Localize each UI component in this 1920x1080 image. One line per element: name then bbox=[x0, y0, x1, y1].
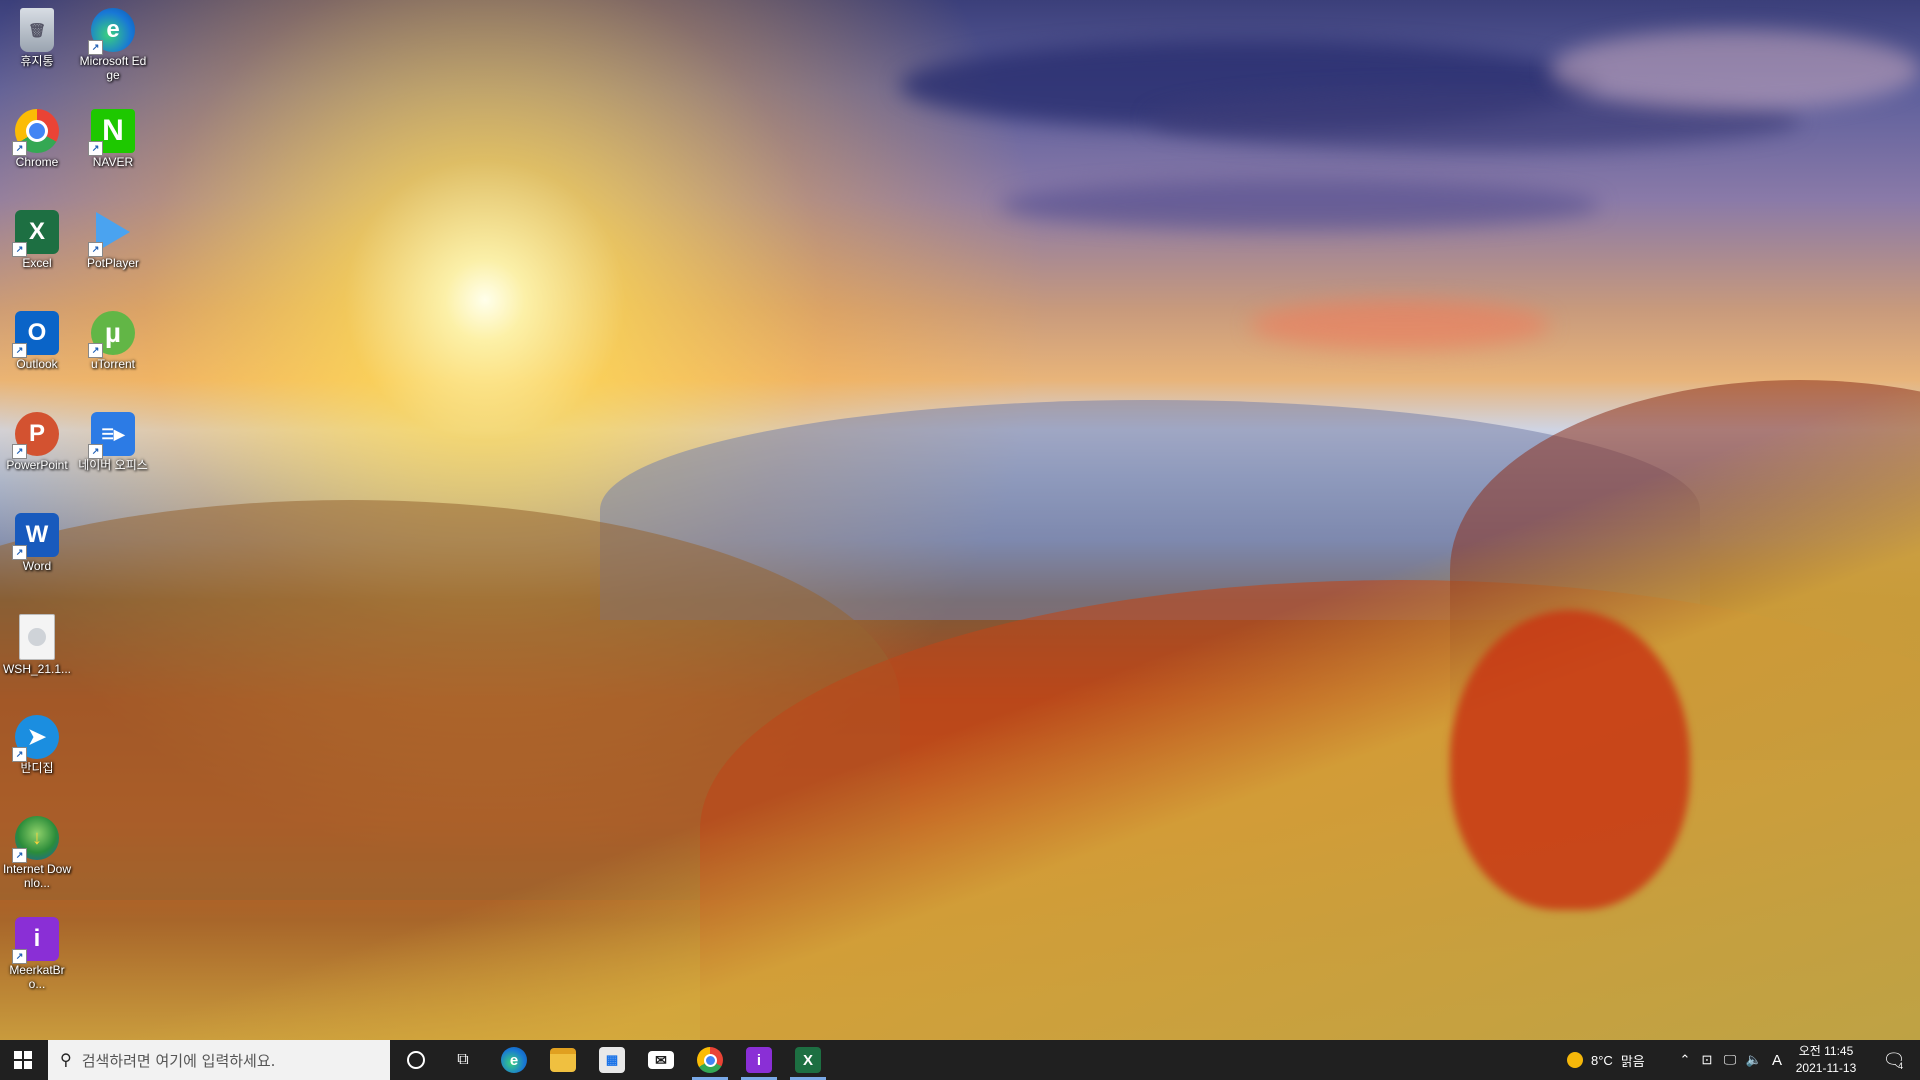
show-hidden-icons-chevron-icon[interactable]: ⌃ bbox=[1674, 1052, 1696, 1068]
taskbar-clock[interactable]: 오전 11:45 2021-11-13 bbox=[1782, 1043, 1870, 1077]
shortcut-arrow-icon: ↗ bbox=[88, 40, 103, 55]
notification-center-button[interactable]: 🗨 4 bbox=[1872, 1040, 1916, 1080]
outlook-icon: O ↗ bbox=[12, 311, 59, 358]
desktop-icon-chrome[interactable]: ↗ Chrome bbox=[1, 103, 73, 195]
shortcut-arrow-icon: ↗ bbox=[12, 242, 27, 257]
recycle-bin-icon: 🗑 bbox=[20, 8, 54, 52]
wallpaper-red-tree bbox=[1450, 610, 1690, 910]
folder-icon bbox=[550, 1048, 576, 1072]
windows-logo-icon bbox=[14, 1051, 32, 1069]
sun-icon bbox=[1567, 1052, 1583, 1068]
desktop-icon-naver-office[interactable]: ☰▶ ↗ 네이버 오피스 bbox=[77, 406, 149, 506]
taskbar-pin-meerkat[interactable]: i bbox=[735, 1040, 783, 1080]
desktop-icon-label: 네이버 오피스 bbox=[78, 458, 148, 472]
cortana-button[interactable] bbox=[393, 1040, 439, 1080]
system-tray: ⌃ ⊡ 🖵 🔈 A bbox=[1674, 1040, 1788, 1080]
shortcut-arrow-icon: ↗ bbox=[12, 343, 27, 358]
shortcut-arrow-icon: ↗ bbox=[12, 747, 27, 762]
taskbar: ⚲ 검색하려면 여기에 입력하세요. ⧉ e ▦ ✉ i X 8°C 맑음 ⌃ … bbox=[0, 1040, 1920, 1080]
network-icon[interactable]: 🖵 bbox=[1718, 1052, 1742, 1068]
meerkat-browser-icon: i bbox=[746, 1047, 772, 1073]
notification-count-badge: 4 bbox=[1898, 1061, 1904, 1071]
powerpoint-icon: P ↗ bbox=[12, 412, 59, 459]
desktop-wallpaper bbox=[0, 0, 1920, 1040]
desktop-icon-label: 반디집 bbox=[20, 761, 54, 775]
desktop-icon-internet-download-manager[interactable]: ↓ ↗ Internet Downlo... bbox=[1, 810, 73, 902]
edge-icon: e ↗ bbox=[88, 8, 135, 55]
task-view-icon: ⧉ bbox=[457, 1051, 469, 1068]
desktop-icon-label: uTorrent bbox=[90, 357, 136, 371]
utorrent-icon: µ ↗ bbox=[88, 311, 135, 358]
taskbar-search-box[interactable]: ⚲ 검색하려면 여기에 입력하세요. bbox=[48, 1040, 390, 1080]
desktop-icon-label: PowerPoint bbox=[6, 458, 68, 472]
shortcut-arrow-icon: ↗ bbox=[12, 444, 27, 459]
edge-icon: e bbox=[501, 1047, 527, 1073]
chrome-icon bbox=[697, 1047, 723, 1073]
desktop-icon-label: Microsoft Edge bbox=[79, 54, 147, 82]
desktop-icon-label: Outlook bbox=[16, 357, 58, 371]
bandizip-icon: ➤ ↗ bbox=[12, 715, 59, 762]
potplayer-icon: ↗ bbox=[88, 210, 135, 257]
shortcut-arrow-icon: ↗ bbox=[12, 949, 27, 964]
naver-icon: N ↗ bbox=[88, 109, 135, 156]
start-button[interactable] bbox=[0, 1040, 46, 1080]
chrome-icon: ↗ bbox=[12, 109, 59, 156]
taskbar-pin-chrome[interactable] bbox=[686, 1040, 734, 1080]
volume-icon[interactable]: 🔈 bbox=[1742, 1052, 1766, 1068]
onedrive-icon[interactable]: ⊡ bbox=[1696, 1052, 1718, 1068]
desktop-icon-label: PotPlayer bbox=[86, 256, 140, 270]
weather-widget[interactable]: 8°C 맑음 bbox=[1567, 1040, 1645, 1080]
mail-icon: ✉ bbox=[648, 1051, 674, 1069]
internet-download-manager-icon: ↓ ↗ bbox=[12, 816, 59, 863]
taskbar-pin-excel[interactable]: X bbox=[784, 1040, 832, 1080]
meerkat-browser-icon: i ↗ bbox=[12, 917, 59, 964]
desktop-icon-label: MeerkatBro... bbox=[9, 963, 65, 991]
desktop-icon-bandizip[interactable]: ➤ ↗ 반디집 bbox=[1, 709, 73, 801]
search-icon: ⚲ bbox=[60, 1052, 72, 1069]
desktop-icon-meerkat-browser[interactable]: i ↗ MeerkatBro... bbox=[1, 911, 73, 1003]
search-placeholder: 검색하려면 여기에 입력하세요. bbox=[81, 1051, 276, 1070]
desktop-icon-powerpoint[interactable]: P ↗ PowerPoint bbox=[1, 406, 73, 498]
desktop-icon-excel[interactable]: X ↗ Excel bbox=[1, 204, 73, 296]
desktop-icon-edge[interactable]: e ↗ Microsoft Edge bbox=[77, 2, 149, 94]
taskbar-pin-file-explorer[interactable] bbox=[539, 1040, 587, 1080]
shortcut-arrow-icon: ↗ bbox=[88, 242, 103, 257]
shortcut-arrow-icon: ↗ bbox=[88, 343, 103, 358]
file-icon bbox=[19, 614, 55, 660]
taskbar-pin-edge[interactable]: e bbox=[490, 1040, 538, 1080]
naver-office-icon: ☰▶ ↗ bbox=[88, 412, 135, 459]
desktop-icon-naver[interactable]: N ↗ NAVER bbox=[77, 103, 149, 195]
taskbar-pin-mail[interactable]: ✉ bbox=[637, 1040, 685, 1080]
desktop-icon-utorrent[interactable]: µ ↗ uTorrent bbox=[77, 305, 149, 397]
desktop-icon-label: NAVER bbox=[92, 155, 134, 169]
word-icon: W ↗ bbox=[12, 513, 59, 560]
weather-condition: 맑음 bbox=[1620, 1053, 1645, 1069]
shortcut-arrow-icon: ↗ bbox=[88, 141, 103, 156]
taskbar-pin-store[interactable]: ▦ bbox=[588, 1040, 636, 1080]
clock-date: 2021-11-13 bbox=[1795, 1061, 1857, 1075]
desktop-icon-potplayer[interactable]: ↗ PotPlayer bbox=[77, 204, 149, 296]
excel-icon: X bbox=[795, 1047, 821, 1073]
task-view-button[interactable]: ⧉ bbox=[440, 1040, 486, 1080]
desktop-icon-label: Word bbox=[22, 559, 52, 573]
desktop-icon-label: WSH_21.1... bbox=[2, 662, 72, 676]
desktop-icon-label: Chrome bbox=[15, 155, 59, 169]
excel-icon: X ↗ bbox=[12, 210, 59, 257]
shortcut-arrow-icon: ↗ bbox=[12, 545, 27, 560]
shortcut-arrow-icon: ↗ bbox=[12, 848, 27, 863]
weather-temperature: 8°C bbox=[1591, 1052, 1613, 1068]
store-icon: ▦ bbox=[599, 1047, 625, 1073]
desktop-icon-recycle-bin[interactable]: 🗑 휴지통 bbox=[1, 2, 73, 94]
clock-time: 오전 11:45 bbox=[1798, 1044, 1854, 1058]
desktop-icon-word[interactable]: W ↗ Word bbox=[1, 507, 73, 599]
desktop-icon-wsh-file[interactable]: WSH_21.1... bbox=[1, 608, 73, 700]
shortcut-arrow-icon: ↗ bbox=[88, 444, 103, 459]
desktop-icon-label: Excel bbox=[22, 256, 52, 270]
desktop-icon-outlook[interactable]: O ↗ Outlook bbox=[1, 305, 73, 397]
cortana-circle-icon bbox=[407, 1051, 425, 1069]
shortcut-arrow-icon: ↗ bbox=[12, 141, 27, 156]
desktop-icon-label: Internet Downlo... bbox=[2, 862, 72, 890]
desktop-icon-label: 휴지통 bbox=[20, 54, 54, 68]
